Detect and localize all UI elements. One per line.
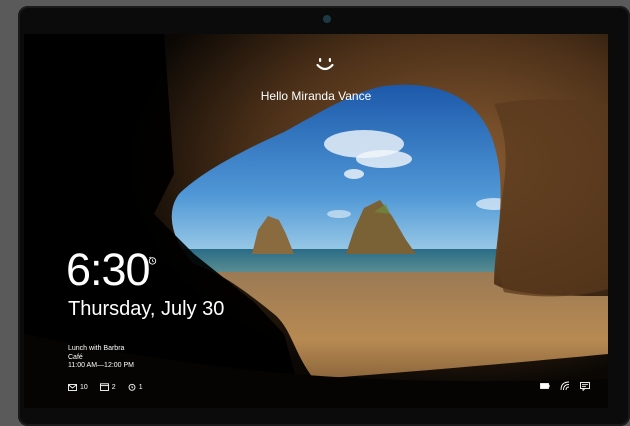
calendar-icon [99, 383, 109, 391]
alarm-badge: 1 [128, 383, 143, 391]
camera-icon [323, 15, 331, 23]
windows-hello-face-icon [316, 58, 334, 71]
calendar-count: 2 [111, 383, 116, 391]
wifi-icon[interactable] [560, 381, 570, 391]
event-time: 11:00 AM—12:00 PM [68, 362, 135, 369]
event-title: Lunch with Barbra [68, 345, 125, 352]
greeting-text: Hello Miranda Vance [260, 89, 372, 103]
calendar-badge: 2 [99, 383, 116, 391]
calendar-event: Lunch with Barbra Café 11:00 AM—12:00 PM [68, 345, 134, 371]
alarm-count: 1 [138, 383, 143, 391]
clock-time: 6:30 [66, 244, 151, 295]
lock-screen[interactable]: Hello Miranda Vance 6:30 Thursday, July … [24, 34, 608, 408]
mail-badge: 10 [68, 384, 88, 391]
alarm-icon [148, 256, 157, 265]
tablet-device: Hello Miranda Vance 6:30 Thursday, July … [18, 6, 630, 426]
notification-icon[interactable] [580, 381, 590, 391]
event-location: Café [68, 353, 83, 361]
alarm-icon [128, 383, 136, 391]
battery-icon[interactable] [540, 383, 550, 389]
system-tray [540, 381, 590, 391]
date-text: Thursday, July 30 [68, 298, 225, 320]
mail-count: 10 [80, 383, 88, 391]
mail-icon [68, 383, 77, 391]
notification-badges: 10 2 1 [68, 383, 143, 391]
